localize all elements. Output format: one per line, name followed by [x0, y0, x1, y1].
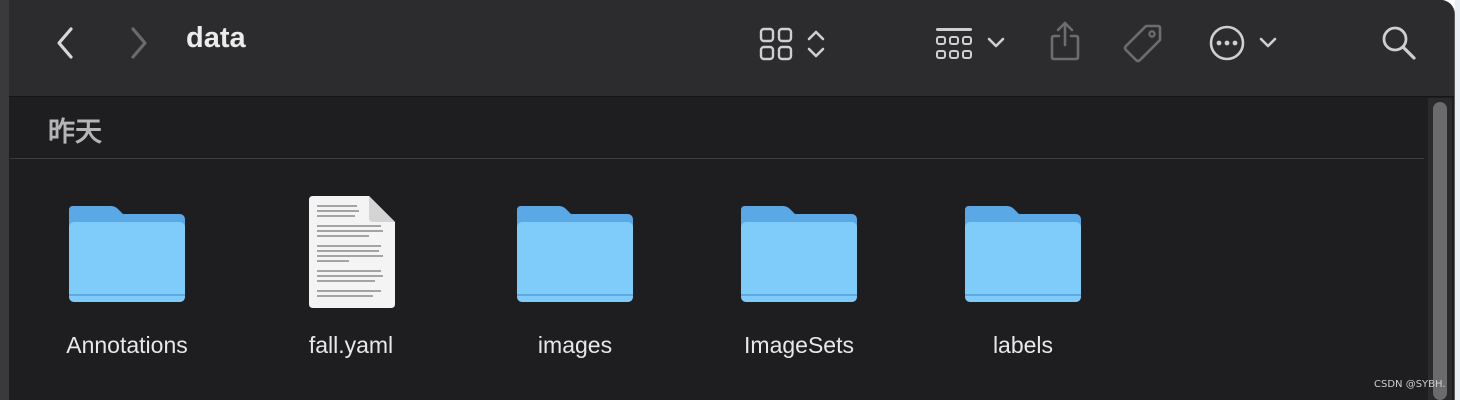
folder-icon	[741, 206, 857, 302]
item-label: Annotations	[66, 332, 188, 358]
toolbar: data	[0, 0, 1454, 97]
tag-icon[interactable]	[1122, 22, 1164, 64]
folder-icon	[517, 206, 633, 302]
divider	[10, 158, 1424, 159]
item-label: ImageSets	[744, 332, 854, 358]
window-left-edge	[0, 0, 9, 400]
search-icon[interactable]	[1380, 24, 1418, 62]
chevron-left-icon[interactable]	[52, 26, 80, 60]
grid-view-icon[interactable]	[758, 26, 794, 62]
folder-icon	[965, 206, 1081, 302]
chevron-right-icon[interactable]	[124, 26, 152, 60]
window-title: data	[186, 22, 246, 54]
watermark: CSDN @SYBH.	[1374, 379, 1446, 390]
document-icon	[309, 196, 395, 308]
section-header: 昨天	[48, 117, 102, 147]
chevron-down-icon[interactable]	[1258, 36, 1278, 50]
folder-icon	[69, 206, 185, 302]
item-label: fall.yaml	[308, 332, 394, 358]
scrollbar-thumb[interactable]	[1433, 102, 1447, 400]
finder-window: data 昨天 Annotations fall.yaml images Ima…	[0, 0, 1455, 400]
item-label: labels	[992, 332, 1054, 358]
chevron-up-down-icon[interactable]	[806, 28, 826, 60]
chevron-down-icon[interactable]	[986, 36, 1006, 50]
group-by-icon[interactable]	[934, 26, 974, 62]
desktop-edge	[1455, 0, 1460, 400]
share-icon[interactable]	[1048, 20, 1082, 62]
ellipsis-circle-icon[interactable]	[1208, 24, 1246, 62]
item-label: images	[537, 332, 613, 358]
